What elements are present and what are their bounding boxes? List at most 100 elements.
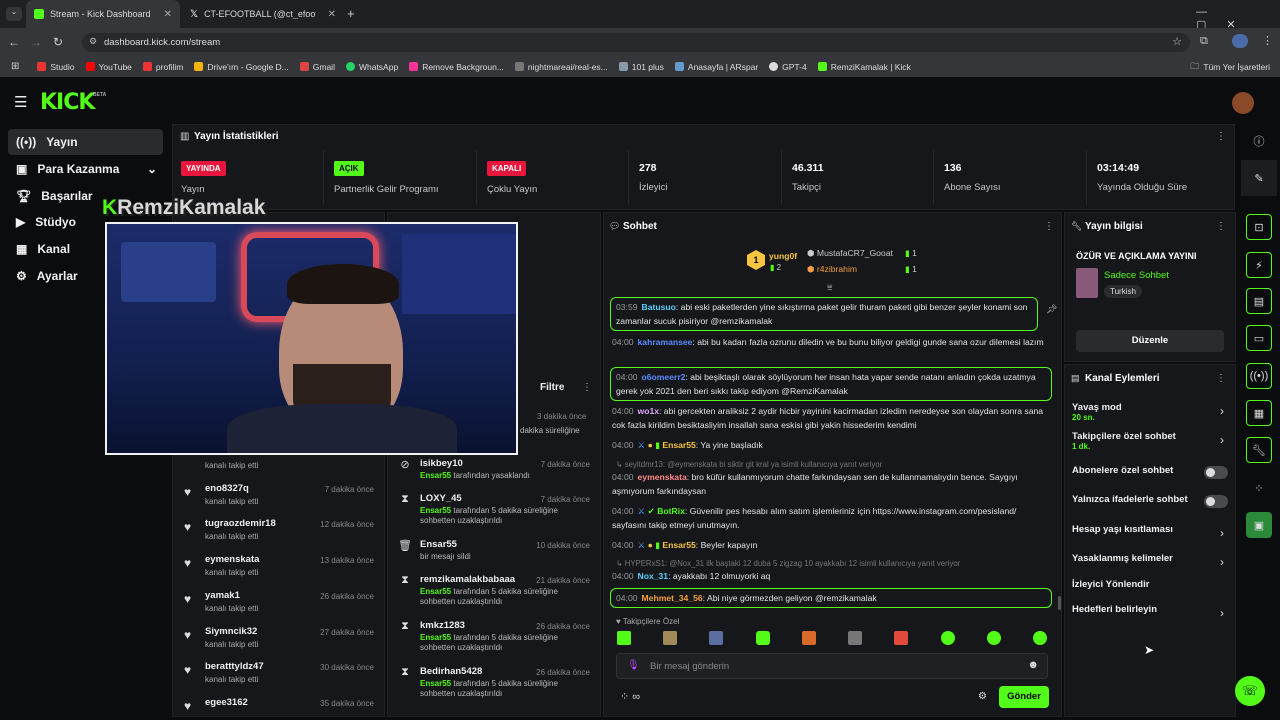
category-link[interactable]: Sadece Sohbet xyxy=(1104,270,1169,281)
message-user[interactable]: Batusuo xyxy=(642,302,676,312)
chat-bubble-icon[interactable]: ▭ xyxy=(1246,325,1272,351)
action-goals[interactable]: Hedefleri belirleyin › xyxy=(1072,604,1228,620)
emote-icon[interactable] xyxy=(755,631,770,645)
follower-name[interactable]: eno8327q xyxy=(205,483,249,494)
bookmark-studio[interactable]: Studio xyxy=(37,62,75,72)
bookmark-kick[interactable]: RemziKamalak | Kick xyxy=(817,62,911,72)
tab-ct-efootball[interactable]: 𝕏 CT-EFOOTBALL (@ct_efootball) ✕ xyxy=(182,0,344,28)
action-banned-words[interactable]: Yasaklanmış kelimeler › xyxy=(1072,553,1228,569)
follower-name[interactable]: yamak1 xyxy=(205,590,240,601)
send-button[interactable]: Gönder xyxy=(999,686,1049,708)
bookmark-101plus[interactable]: 101 plus xyxy=(618,62,664,72)
close-tab-icon[interactable]: ✕ xyxy=(328,9,336,20)
action-followers-only[interactable]: Takipçilere özel sohbet 1 dk. › xyxy=(1072,431,1228,455)
subscribers-only-toggle[interactable] xyxy=(1204,466,1228,479)
message-user[interactable]: kahramansee xyxy=(638,337,693,347)
message-user[interactable]: o6omeerr2 xyxy=(642,372,686,382)
sidebar-item-yayin[interactable]: ((•)) Yayın xyxy=(8,129,163,155)
emote-only-toggle[interactable] xyxy=(1204,495,1228,508)
emoji-icon[interactable]: ☻ xyxy=(1027,659,1039,671)
modlog-menu-icon[interactable]: ⋮ xyxy=(582,382,592,393)
chat-menu-icon[interactable]: ⋮ xyxy=(1044,221,1054,232)
url-field[interactable]: ⚙ dashboard.kick.com/stream ☆ xyxy=(82,33,1190,52)
message-user[interactable]: Ensar55 xyxy=(662,440,695,450)
bookmark-arspar[interactable]: Anasayfa | ARspar xyxy=(674,62,758,72)
leader-name[interactable]: yung0f xyxy=(769,251,797,261)
bolt-icon[interactable]: ⚡︎ xyxy=(1246,252,1272,278)
tab-kick-dashboard[interactable]: Stream - Kick Dashboard ✕ xyxy=(26,0,180,28)
sidebar-item-para-kazanma[interactable]: ▣ Para Kazanma ⌄ xyxy=(8,156,163,182)
log-user[interactable]: Bedirhan5428 xyxy=(420,666,482,677)
chat-tools-icon[interactable]: ⁘ ∞ xyxy=(620,690,640,703)
profile-icon[interactable] xyxy=(1232,34,1248,48)
support-chat-icon[interactable]: ☏ xyxy=(1235,676,1265,706)
message-user[interactable]: eymenskata xyxy=(638,472,687,482)
emote-icon[interactable] xyxy=(617,631,631,645)
tab-search-button[interactable]: ⌄ xyxy=(6,7,22,21)
log-user[interactable]: kmkz1283 xyxy=(420,620,465,631)
stats-menu-icon[interactable]: ⋮ xyxy=(1216,131,1226,142)
pin-icon[interactable]: 📌︎ xyxy=(1046,304,1057,315)
emote-icon[interactable] xyxy=(894,631,909,645)
message-user[interactable]: Ensar55 xyxy=(662,540,695,550)
bookmark-youtube[interactable]: YouTube xyxy=(85,62,132,72)
hamburger-menu-icon[interactable]: ☰ xyxy=(14,93,27,111)
bookmark-whatsapp[interactable]: WhatsApp xyxy=(345,62,398,72)
user-avatar[interactable] xyxy=(1232,92,1254,114)
bookmark-remove-bg[interactable]: Remove Backgroun... xyxy=(409,62,504,72)
bookmark-drive[interactable]: Drive'ım - Google D... xyxy=(194,62,289,72)
collapse-leaderboard-icon[interactable]: ⩸ xyxy=(827,282,832,293)
message-user[interactable]: wo1x xyxy=(638,406,660,416)
action-account-age[interactable]: Hesap yaşı kısıtlaması › xyxy=(1072,524,1228,540)
message-user[interactable]: BotRix xyxy=(657,506,685,516)
emote-icon[interactable] xyxy=(940,631,955,645)
plugin-icon[interactable]: ▣ xyxy=(1246,512,1272,538)
info-icon[interactable]: ⓘ xyxy=(1246,128,1272,154)
follower-name[interactable]: Siymncik32 xyxy=(205,626,257,637)
edit-button[interactable]: Düzenle xyxy=(1076,330,1224,352)
emote-icon[interactable] xyxy=(986,631,1001,645)
tools-icon[interactable]: 🔧︎ xyxy=(1246,437,1272,463)
log-user[interactable]: remzikamalakbabaaa xyxy=(420,574,515,585)
log-user[interactable]: isikbey10 xyxy=(420,458,463,469)
new-tab-button[interactable]: + xyxy=(347,6,355,21)
emote-icon[interactable] xyxy=(801,631,816,645)
close-tab-icon[interactable]: ✕ xyxy=(164,9,172,20)
follower-name[interactable]: beratttyldz47 xyxy=(205,661,264,672)
chat-scrollbar[interactable] xyxy=(1058,596,1061,610)
stream-info-menu-icon[interactable]: ⋮ xyxy=(1216,221,1226,232)
action-raid[interactable]: İzleyici Yönlendir xyxy=(1072,579,1228,595)
kick-logo[interactable]: KICK xyxy=(40,90,95,115)
microphone-icon[interactable]: 🎙︎ xyxy=(627,660,640,671)
palette-icon[interactable]: ⁘ xyxy=(1246,475,1272,501)
reload-icon[interactable]: ↻ xyxy=(47,35,69,49)
follower-name[interactable]: egee3162 xyxy=(205,697,248,708)
browser-menu-icon[interactable]: ⋮ xyxy=(1262,34,1273,47)
extensions-icon[interactable]: ⧉ xyxy=(1200,35,1208,48)
chat-input[interactable]: 🎙︎ Bir mesaj gönderin ☻ xyxy=(616,653,1048,679)
emote-icon[interactable] xyxy=(848,631,863,645)
storage-icon[interactable]: ▦ xyxy=(1246,400,1272,426)
broadcast-toggle-icon[interactable]: ((•)) xyxy=(1246,363,1272,389)
back-icon[interactable]: ← xyxy=(3,35,25,49)
message-user[interactable]: Nox_31 xyxy=(638,571,669,581)
action-slow-mode[interactable]: Yavaş mod 20 sn. › xyxy=(1072,402,1228,426)
channel-actions-menu-icon[interactable]: ⋮ xyxy=(1216,373,1226,384)
screenshot-icon[interactable]: ⊡ xyxy=(1246,214,1272,240)
emote-icon[interactable] xyxy=(663,631,678,645)
log-user[interactable]: Ensar55 xyxy=(420,539,457,550)
bookmark-gmail[interactable]: Gmail xyxy=(299,62,335,72)
filter-button[interactable]: Filtre xyxy=(540,382,564,393)
bookmark-nightmareai[interactable]: nightmareai/real-es... xyxy=(514,62,608,72)
message-user[interactable]: Mehmet_34_56 xyxy=(642,593,703,603)
log-user[interactable]: LOXY_45 xyxy=(420,493,462,504)
bookmark-gpt4[interactable]: GPT-4 xyxy=(769,62,807,72)
forward-icon[interactable]: → xyxy=(25,35,47,49)
bookmark-star-icon[interactable]: ☆ xyxy=(1172,35,1182,48)
bookmark-profilim[interactable]: profilim xyxy=(142,62,183,72)
edit-layout-icon[interactable]: ✎ xyxy=(1246,165,1272,191)
clipboard-icon[interactable]: ▤ xyxy=(1246,288,1272,314)
all-bookmarks[interactable]: 🗀 Tüm Yer İşaretleri xyxy=(1190,59,1270,75)
follower-name[interactable]: tugraozdemir18 xyxy=(205,518,276,529)
emote-icon[interactable] xyxy=(1032,631,1047,645)
